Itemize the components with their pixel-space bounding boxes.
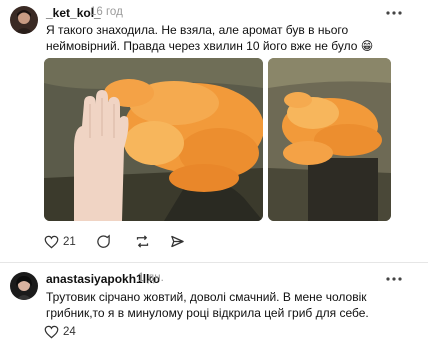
send-icon [171, 235, 184, 248]
heart-icon [44, 235, 59, 248]
share-button[interactable] [170, 234, 185, 249]
post-text: Я такого знаходила. Не взяла, але аромат… [46, 23, 374, 53]
post-photo-mushroom-stump[interactable] [268, 58, 391, 221]
post-actions: 21 [44, 234, 205, 249]
avatar[interactable] [10, 272, 38, 300]
repost-icon [136, 235, 148, 248]
comment-time: 1 дн. [138, 272, 164, 284]
post-card: _ket_kol_ 16 год Я такого знаходила. Не … [0, 0, 428, 262]
avatar[interactable] [10, 6, 38, 34]
repost-button[interactable] [135, 234, 150, 249]
reply-button[interactable] [96, 234, 115, 249]
like-count: 24 [63, 326, 76, 338]
like-button[interactable]: 21 [44, 235, 76, 249]
post-time: 16 год [90, 6, 123, 18]
like-button[interactable]: 24 [44, 325, 76, 339]
comment-text: Трутовик сірчано жовтий, доволі смачний.… [46, 290, 369, 320]
comment-icon [97, 234, 110, 248]
post-photo-hand-mushroom[interactable] [44, 58, 263, 221]
more-options-icon[interactable] [384, 7, 404, 19]
comment-actions: 24 [44, 325, 96, 339]
comment-card: anastasiyapokh1lko 1 дн. Трутовик сірчан… [0, 263, 428, 339]
heart-icon [44, 325, 59, 339]
like-count: 21 [63, 235, 76, 248]
more-options-icon[interactable] [384, 273, 404, 285]
